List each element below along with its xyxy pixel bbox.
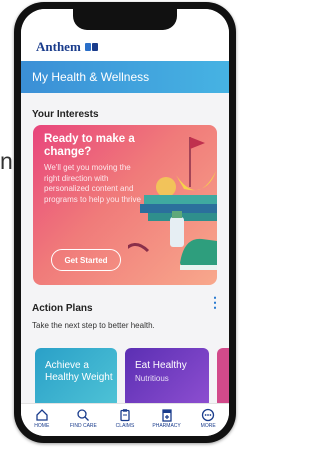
- tab-label: FIND CARE: [69, 423, 97, 429]
- tab-label: MORE: [200, 423, 216, 429]
- anthem-logo: Anthem: [36, 39, 98, 55]
- search-icon: [77, 409, 90, 421]
- plan-card-next[interactable]: [217, 348, 229, 408]
- page-header: My Health & Wellness: [21, 61, 229, 93]
- pharmacy-icon: [161, 409, 172, 422]
- home-icon: [36, 409, 48, 421]
- page-title: My Health & Wellness: [32, 70, 150, 84]
- clipboard-icon: [120, 409, 130, 422]
- plan-card-title: Achieve a Healthy Weight: [45, 360, 113, 383]
- get-started-button[interactable]: Get Started: [51, 249, 121, 271]
- more-options-icon[interactable]: ⋮: [208, 295, 222, 309]
- brand-name: Anthem: [36, 39, 81, 54]
- tab-home[interactable]: HOME: [22, 404, 62, 436]
- action-plans-heading: Action Plans: [32, 303, 93, 314]
- tab-label: HOME: [34, 423, 50, 429]
- plan-card-healthy-weight[interactable]: Achieve a Healthy Weight: [35, 348, 117, 408]
- tab-pharmacy[interactable]: PHARMACY: [147, 404, 187, 436]
- more-icon: [202, 408, 215, 422]
- app-screen: Anthem My Health & Wellness Your Interes…: [21, 9, 229, 436]
- tab-find-care[interactable]: FIND CARE: [63, 404, 103, 436]
- blue-cross-shield-icon: [84, 43, 98, 51]
- hero-title: Ready to make a change?: [44, 133, 135, 158]
- phone-notch: [73, 9, 177, 30]
- plan-card-subtitle: Nutritious: [135, 374, 169, 383]
- hero-description: We'll get you moving the right direction…: [44, 163, 141, 204]
- plan-card-eat-healthy[interactable]: Eat Healthy Nutritious: [125, 348, 209, 408]
- action-plans-subtitle: Take the next step to better health.: [32, 321, 155, 330]
- tab-label: PHARMACY: [152, 423, 181, 429]
- interest-hero-card[interactable]: Ready to make a change? We'll get you mo…: [33, 125, 217, 285]
- interests-heading: Your Interests: [32, 109, 99, 120]
- background-text-fragment: n: [0, 148, 13, 174]
- plan-card-title: Eat Healthy: [135, 360, 187, 371]
- phone-frame: Anthem My Health & Wellness Your Interes…: [14, 2, 236, 443]
- tab-label: CLAIMS: [115, 423, 135, 429]
- tab-claims[interactable]: CLAIMS: [105, 404, 145, 436]
- bottom-tab-bar: HOME FIND CARE CLAIMS PHARMACY MORE: [21, 403, 229, 436]
- tab-more[interactable]: MORE: [188, 404, 228, 436]
